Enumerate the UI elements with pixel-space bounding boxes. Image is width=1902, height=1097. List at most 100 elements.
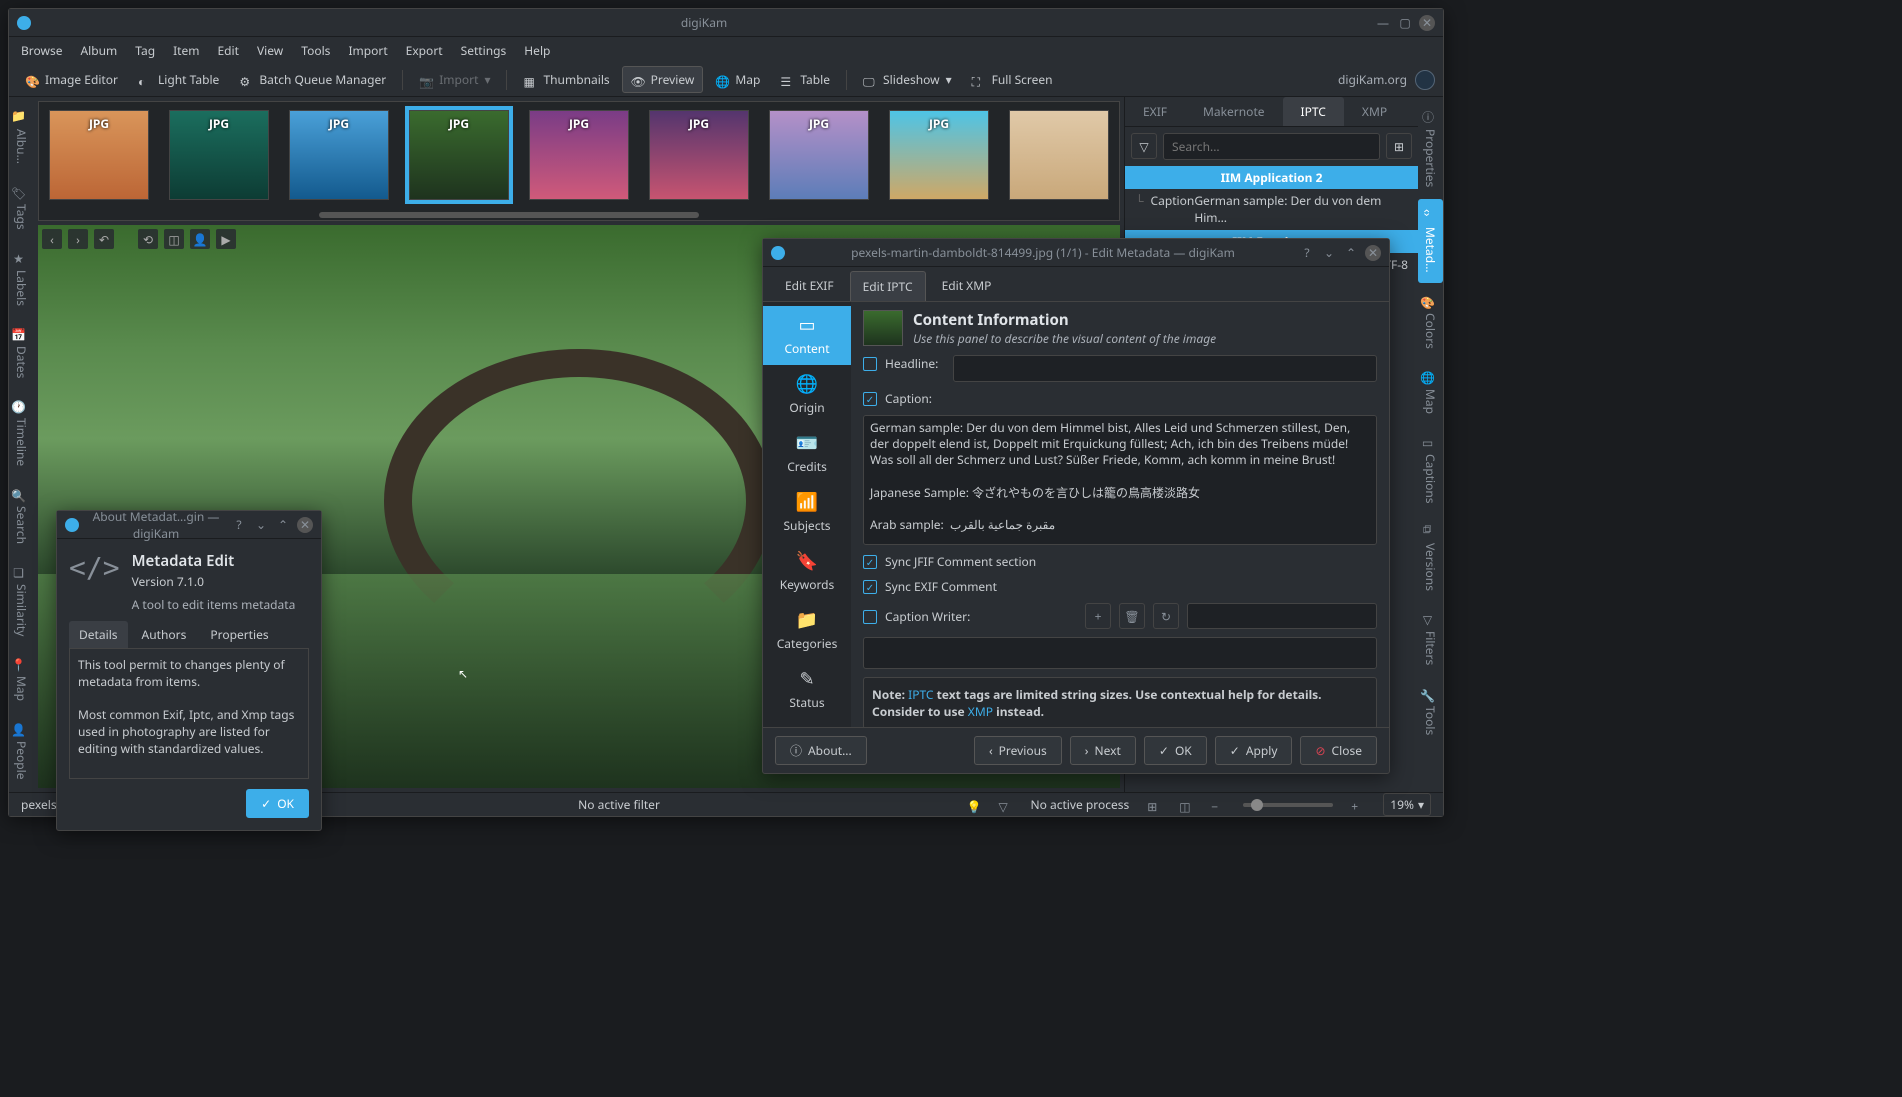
import-button[interactable]: 📷Import▾ bbox=[411, 67, 498, 92]
tab-makernote[interactable]: Makernote bbox=[1185, 97, 1283, 126]
menu-help[interactable]: Help bbox=[524, 42, 550, 59]
rotate-left-button[interactable]: ↶ bbox=[94, 229, 114, 249]
expand-button[interactable]: ⌃ bbox=[275, 517, 291, 533]
thumbnail[interactable]: JPG bbox=[409, 110, 509, 200]
menu-import[interactable]: Import bbox=[348, 42, 387, 59]
close-button[interactable]: ⊘Close bbox=[1300, 736, 1377, 765]
minimize-button[interactable]: — bbox=[1375, 15, 1391, 31]
tab-map[interactable]: 📍Map bbox=[9, 648, 34, 711]
tab-exif[interactable]: EXIF bbox=[1125, 97, 1185, 126]
prev-image-button[interactable]: ‹ bbox=[42, 229, 62, 249]
apply-button[interactable]: ✓Apply bbox=[1215, 736, 1293, 765]
tab-people[interactable]: 👤People bbox=[9, 713, 34, 790]
headline-checkbox[interactable] bbox=[863, 357, 877, 371]
grid-icon[interactable]: ⊞ bbox=[1147, 798, 1161, 812]
zoom-value[interactable]: 19%▾ bbox=[1383, 793, 1431, 816]
category-status[interactable]: ✎Status bbox=[763, 660, 851, 719]
tab-metadata[interactable]: ‹›Metad… bbox=[1418, 199, 1443, 283]
thumbnail-strip[interactable]: JPGJPGJPGJPGJPGJPGJPGJPG bbox=[38, 101, 1120, 221]
sync-jfif-checkbox[interactable]: ✓ bbox=[863, 555, 877, 569]
thumbnail[interactable]: JPG bbox=[769, 110, 869, 200]
fullscreen-button[interactable]: ⛶Full Screen bbox=[964, 67, 1061, 92]
lightbulb-icon[interactable]: 💡 bbox=[966, 798, 980, 812]
caption-checkbox[interactable]: ✓ bbox=[863, 392, 877, 406]
tab-similarity[interactable]: ❏Similarity bbox=[9, 556, 34, 646]
slideshow-button[interactable]: 🖵Slideshow▾ bbox=[855, 67, 960, 92]
category-categories[interactable]: 📁Categories bbox=[763, 601, 851, 660]
tab-captions[interactable]: ▭Captions bbox=[1418, 426, 1443, 514]
menu-tag[interactable]: Tag bbox=[135, 42, 155, 59]
light-table-button[interactable]: ◐Light Table bbox=[130, 67, 227, 92]
maximize-button[interactable]: ▢ bbox=[1397, 15, 1413, 31]
rotate-button[interactable]: ⟲ bbox=[138, 229, 158, 249]
sync-exif-checkbox[interactable]: ✓ bbox=[863, 580, 877, 594]
image-editor-button[interactable]: 🎨Image Editor bbox=[17, 67, 126, 92]
menu-browse[interactable]: Browse bbox=[21, 42, 62, 59]
caption-writer-checkbox[interactable] bbox=[863, 610, 877, 624]
xmp-link[interactable]: XMP bbox=[968, 703, 993, 720]
collapse-button[interactable]: ⌄ bbox=[253, 517, 269, 533]
category-keywords[interactable]: 🔖Keywords bbox=[763, 542, 851, 601]
menu-settings[interactable]: Settings bbox=[461, 42, 507, 59]
tab-edit-exif[interactable]: Edit EXIF bbox=[773, 271, 846, 301]
tab-dates[interactable]: 📅Dates bbox=[9, 318, 34, 388]
close-button[interactable]: ✕ bbox=[297, 517, 313, 533]
tab-search[interactable]: 🔍Search bbox=[9, 478, 34, 554]
crop-button[interactable]: ◫ bbox=[164, 229, 184, 249]
tab-properties[interactable]: Properties bbox=[200, 621, 278, 648]
caption-writer-input[interactable] bbox=[863, 637, 1377, 669]
face-button[interactable]: 👤 bbox=[190, 229, 210, 249]
tab-properties[interactable]: ⓘProperties bbox=[1418, 101, 1443, 197]
thumbnail[interactable]: JPG bbox=[529, 110, 629, 200]
previous-button[interactable]: ‹Previous bbox=[974, 736, 1062, 765]
category-content[interactable]: ▭Content bbox=[763, 306, 851, 365]
tab-map-r[interactable]: 🌐Map bbox=[1418, 361, 1443, 424]
help-button[interactable]: ? bbox=[231, 517, 247, 533]
tab-filters[interactable]: ▽Filters bbox=[1418, 603, 1443, 675]
brand[interactable]: digiKam.org bbox=[1338, 70, 1435, 90]
play-button[interactable]: ▶ bbox=[216, 229, 236, 249]
category-origin[interactable]: 🌐Origin bbox=[763, 365, 851, 424]
menu-edit[interactable]: Edit bbox=[217, 42, 238, 59]
refresh-button[interactable]: ↻ bbox=[1153, 603, 1179, 629]
ok-button[interactable]: ✓OK bbox=[1144, 736, 1207, 765]
zoom-out-icon[interactable]: − bbox=[1211, 798, 1225, 812]
expand-button[interactable]: ⌃ bbox=[1343, 245, 1359, 261]
tab-albums[interactable]: 📁Albu… bbox=[9, 101, 34, 174]
thumbnail[interactable]: JPG bbox=[649, 110, 749, 200]
close-button[interactable]: ✕ bbox=[1419, 15, 1435, 31]
bqm-button[interactable]: ⚙Batch Queue Manager bbox=[231, 67, 394, 92]
thumbnail[interactable]: JPG bbox=[169, 110, 269, 200]
zoom-slider[interactable] bbox=[1243, 803, 1333, 807]
add-button[interactable]: + bbox=[1085, 603, 1111, 629]
collapse-button[interactable]: ⌄ bbox=[1321, 245, 1337, 261]
thumbnail[interactable] bbox=[1009, 110, 1109, 200]
crop-icon[interactable]: ◫ bbox=[1179, 798, 1193, 812]
menu-export[interactable]: Export bbox=[406, 42, 443, 59]
headline-input[interactable] bbox=[953, 355, 1377, 382]
thumbnail[interactable]: JPG bbox=[49, 110, 149, 200]
metadata-section-header[interactable]: IIM Application 2 bbox=[1125, 166, 1418, 189]
zoom-in-icon[interactable]: + bbox=[1351, 798, 1365, 812]
menu-tools[interactable]: Tools bbox=[301, 42, 330, 59]
tab-details[interactable]: Details bbox=[69, 621, 128, 648]
metadata-row[interactable]: └CaptionGerman sample: Der du von dem Hi… bbox=[1125, 189, 1418, 230]
help-button[interactable]: ? bbox=[1299, 245, 1315, 261]
tab-tags[interactable]: 🏷Tags bbox=[9, 176, 34, 240]
tab-tools[interactable]: 🔧Tools bbox=[1418, 678, 1443, 745]
thumbnails-button[interactable]: ▦Thumbnails bbox=[515, 67, 617, 92]
thumbnail[interactable]: JPG bbox=[289, 110, 389, 200]
scrollbar[interactable] bbox=[319, 212, 699, 218]
map-button[interactable]: 🌐Map bbox=[707, 67, 768, 92]
filter-button[interactable]: ▽ bbox=[1131, 133, 1157, 159]
close-button[interactable]: ✕ bbox=[1365, 245, 1381, 261]
next-button[interactable]: ›Next bbox=[1070, 736, 1136, 765]
thumbnail[interactable]: JPG bbox=[889, 110, 989, 200]
search-input[interactable] bbox=[1163, 133, 1380, 160]
tab-labels[interactable]: ★Labels bbox=[9, 242, 34, 316]
menu-album[interactable]: Album bbox=[80, 42, 117, 59]
menu-item[interactable]: Item bbox=[173, 42, 199, 59]
category-credits[interactable]: 🪪Credits bbox=[763, 424, 851, 483]
delete-button[interactable]: 🗑 bbox=[1119, 603, 1145, 629]
funnel-icon[interactable]: ▽ bbox=[998, 798, 1012, 812]
